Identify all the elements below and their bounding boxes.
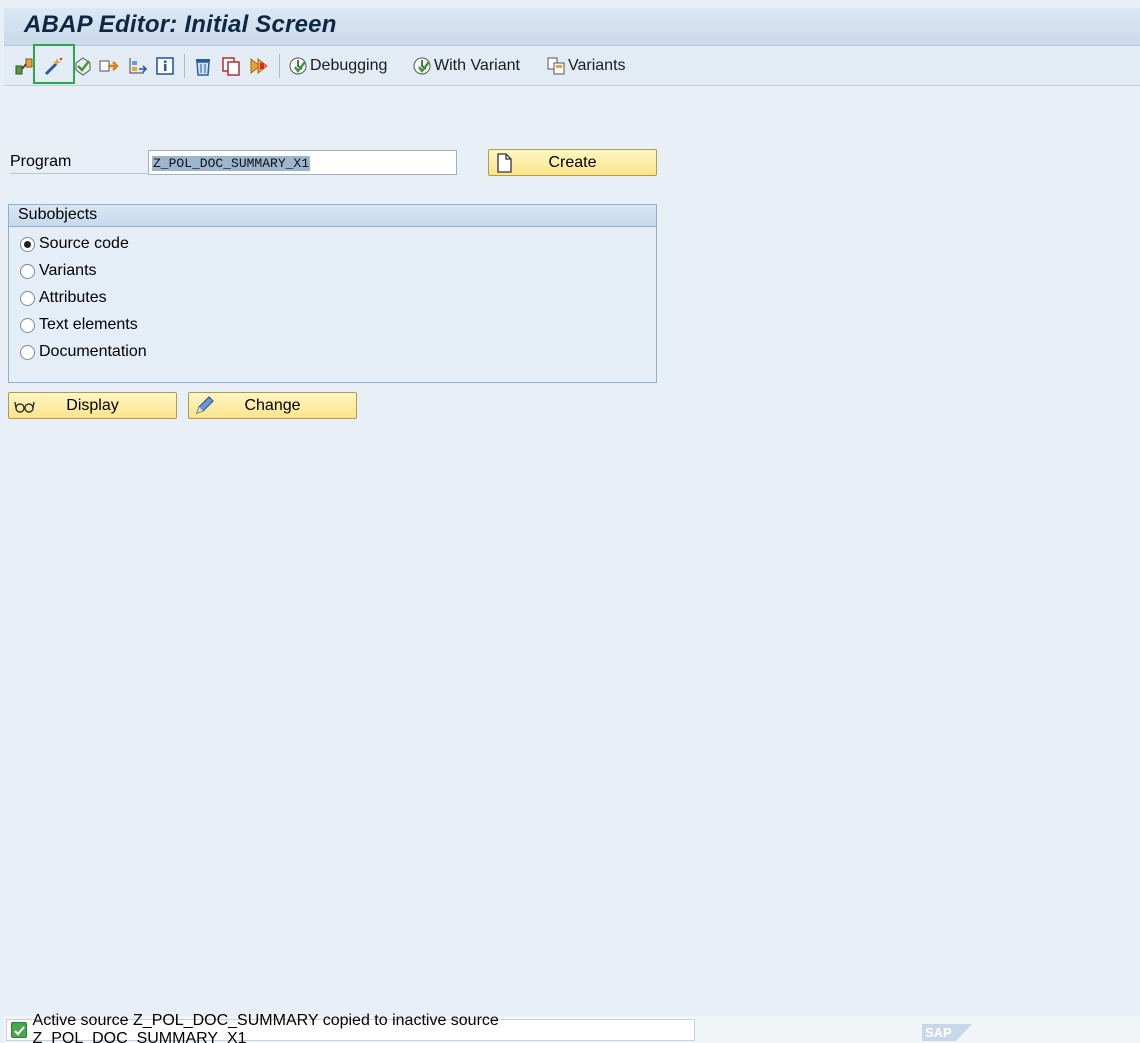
display-button[interactable]: Display [8,392,177,419]
toolbar-separator [184,54,185,78]
svg-text:SAP: SAP [925,1025,952,1040]
copy-icon[interactable] [220,55,242,77]
program-input-value: Z_POL_DOC_SUMMARY_X1 [152,156,311,171]
display-label: Display [66,397,119,414]
execute-clock-icon [413,57,431,75]
radio-button[interactable] [20,344,35,360]
radio-variants[interactable]: Variants [20,260,97,282]
status-bar: Active source Z_POL_DOC_SUMMARY copied t… [4,1012,1140,1043]
radio-label: Text elements [39,316,138,333]
title-bar: ABAP Editor: Initial Screen [4,8,1140,46]
subobjects-group: Subobjects Source code Variants Attribut… [8,204,657,383]
navigate-icon[interactable] [126,55,148,77]
radio-button[interactable] [20,317,35,333]
main-area: Program Z_POL_DOC_SUMMARY_X1 Create Subo… [4,86,1140,1016]
radio-button-selected[interactable] [20,236,35,252]
create-button[interactable]: Create [488,149,657,176]
activate-icon[interactable] [98,55,120,77]
radio-text-elements[interactable]: Text elements [20,314,138,336]
radio-label: Variants [39,262,97,279]
change-label: Change [244,397,301,414]
with-variant-label: With Variant [434,57,520,74]
magic-wand-icon[interactable] [42,55,64,77]
radio-source-code[interactable]: Source code [20,233,129,255]
change-button[interactable]: Change [188,392,357,419]
application-toolbar: Debugging With Variant Variants [4,44,1140,86]
delete-icon[interactable] [192,55,214,77]
success-check-icon [11,1022,27,1038]
toolbar-separator [279,54,280,78]
debug-clock-icon [289,57,307,75]
sap-logo: SAP [922,1024,972,1041]
program-label: Program [10,153,150,174]
create-label: Create [548,154,597,171]
radio-label: Documentation [39,343,147,360]
debugging-button[interactable]: Debugging [288,53,387,79]
rename-icon[interactable] [248,55,270,77]
variants-label: Variants [568,57,626,74]
radio-button[interactable] [20,263,35,279]
page-title: ABAP Editor: Initial Screen [24,11,337,38]
radio-label: Source code [39,235,129,252]
status-text: Active source Z_POL_DOC_SUMMARY copied t… [32,1012,499,1043]
check-icon[interactable] [72,55,94,77]
status-message[interactable]: Active source Z_POL_DOC_SUMMARY copied t… [6,1012,695,1043]
with-variant-button[interactable]: With Variant [412,53,520,79]
radio-attributes[interactable]: Attributes [20,287,107,309]
debugging-label: Debugging [310,57,388,74]
radio-label: Attributes [39,289,107,306]
variants-button[interactable]: Variants [546,53,626,79]
radio-button[interactable] [20,290,35,306]
info-icon[interactable] [154,55,176,77]
subobjects-title: Subobjects [9,205,656,227]
program-input[interactable]: Z_POL_DOC_SUMMARY_X1 [148,150,457,175]
variants-icon [547,57,565,75]
radio-documentation[interactable]: Documentation [20,341,147,363]
